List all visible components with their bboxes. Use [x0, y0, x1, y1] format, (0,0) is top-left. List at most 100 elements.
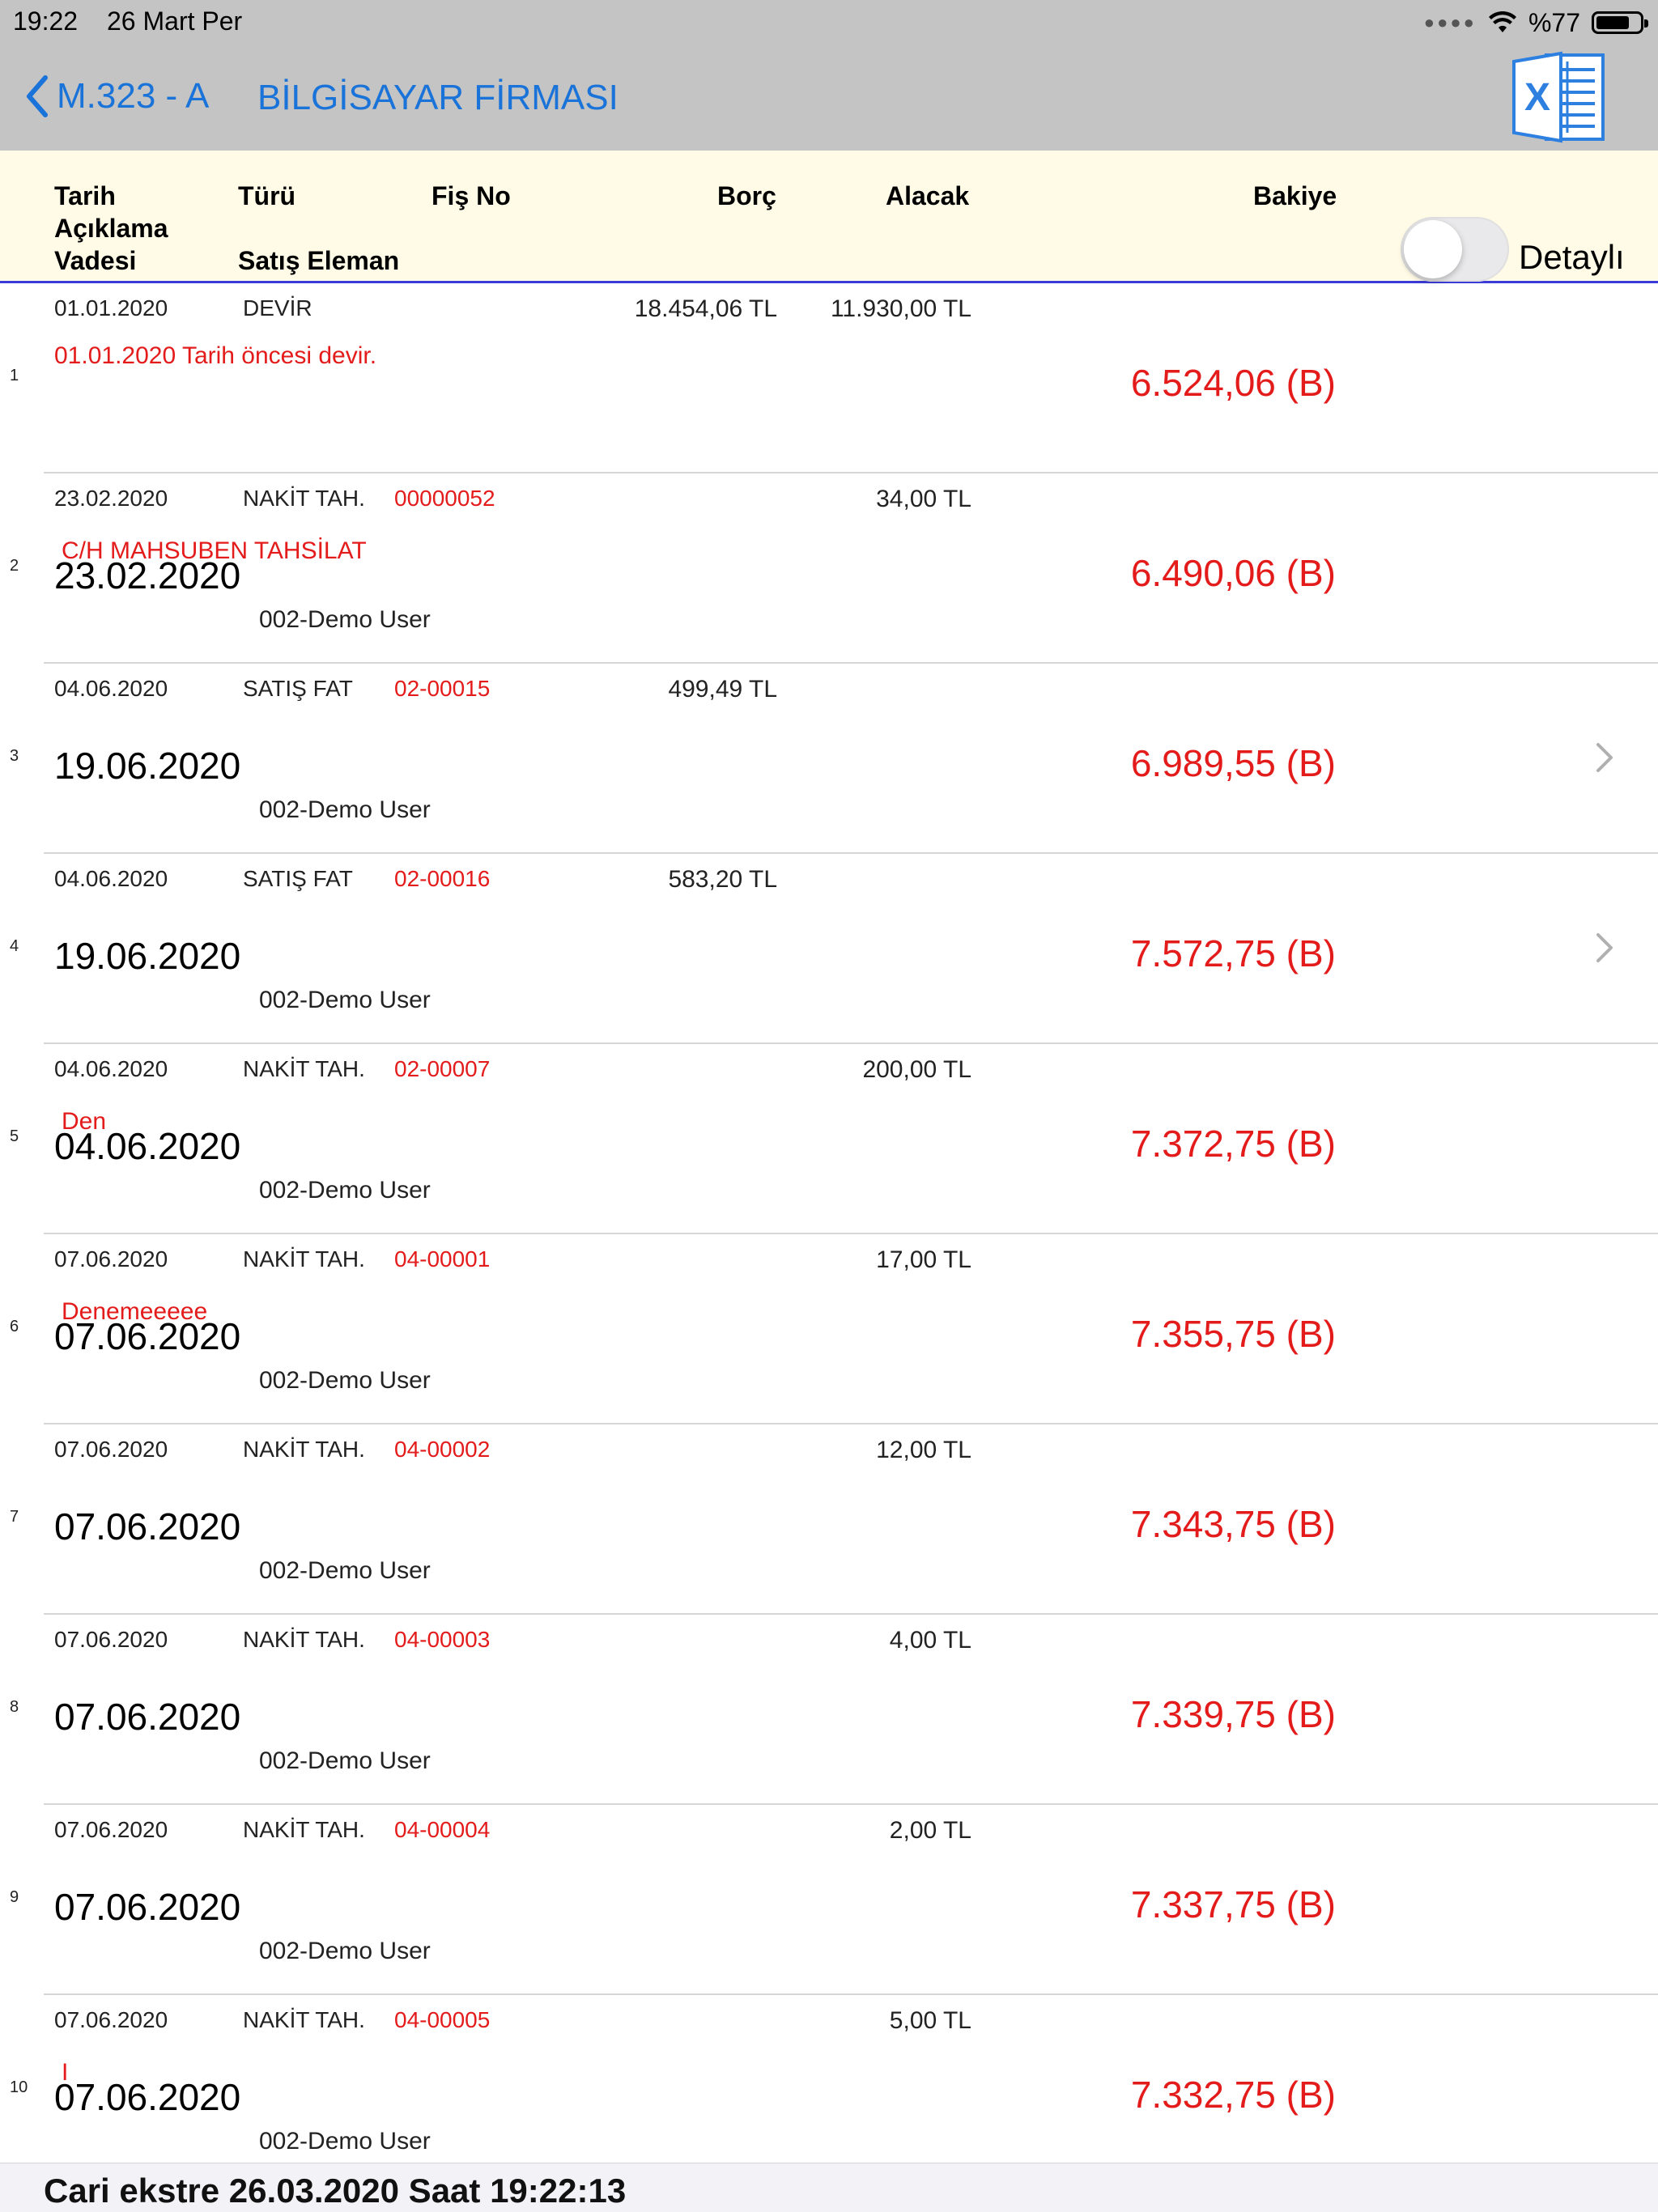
row-number: 5 — [10, 1127, 19, 1145]
row-number: 7 — [10, 1508, 19, 1526]
row-type: NAKİT TAH. — [243, 2007, 365, 2032]
table-row[interactable]: 7 07.06.2020 NAKİT TAH. 04-00002 12,00 TL 07.… — [0, 1424, 1658, 1615]
row-alacak: 4,00 TL — [889, 1627, 971, 1654]
navigation-bar: M.323 - A BİLGİSAYAR FİRMASI — [0, 45, 1658, 151]
row-vade: 07.06.2020 — [54, 1696, 241, 1738]
row-vade: 19.06.2020 — [54, 745, 241, 787]
row-bakiye: 7.343,75 (B) — [1130, 1503, 1336, 1545]
row-date: 04.06.2020 — [54, 1056, 168, 1081]
row-alacak: 11.930,00 TL — [830, 295, 971, 322]
row-alacak: 5,00 TL — [889, 2007, 971, 2034]
back-button[interactable]: M.323 - A — [24, 74, 209, 118]
row-bakiye: 7.339,75 (B) — [1130, 1693, 1336, 1735]
table-row[interactable]: 2 23.02.2020 NAKİT TAH. 00000052 34,00 TL C/H… — [0, 473, 1658, 664]
row-bakiye: 7.372,75 (B) — [1130, 1123, 1336, 1165]
footer-bar: Cari ekstre 26.03.2020 Saat 19:22:13 — [0, 2163, 1658, 2212]
row-alacak: 12,00 TL — [876, 1437, 971, 1463]
row-borc: 18.454,06 TL — [634, 295, 777, 322]
row-seller: 002-Demo User — [259, 796, 431, 823]
header-borc: Borç — [717, 181, 776, 210]
row-alacak: 2,00 TL — [889, 1817, 971, 1844]
row-type: NAKİT TAH. — [243, 1437, 365, 1462]
detay-label: Detaylı — [1519, 238, 1625, 276]
excel-export-icon[interactable]: X — [1511, 50, 1608, 144]
row-seller: 002-Demo User — [259, 987, 431, 1013]
wifi-icon — [1488, 11, 1516, 32]
row-number: 2 — [10, 557, 19, 575]
status-indicators: ●●●● %77 — [1423, 5, 1648, 40]
status-bar: 19:22 26 Mart Per ●●●● %77 — [0, 0, 1658, 45]
row-bakiye: 7.355,75 (B) — [1130, 1313, 1336, 1355]
row-alacak: 17,00 TL — [876, 1246, 971, 1273]
row-vade: 07.06.2020 — [54, 1315, 241, 1357]
row-type: DEVİR — [243, 295, 312, 321]
row-type: NAKİT TAH. — [243, 486, 365, 511]
row-seller: 002-Demo User — [259, 1367, 431, 1394]
row-fis-no: 04-00005 — [394, 2007, 491, 2032]
page-title: BİLGİSAYAR FİRMASI — [257, 78, 619, 117]
back-label: M.323 - A — [57, 76, 210, 116]
row-bakiye: 7.572,75 (B) — [1130, 932, 1336, 974]
row-fis-no: 04-00004 — [394, 1817, 491, 1842]
header-alacak: Alacak — [886, 181, 970, 210]
row-date: 07.06.2020 — [54, 2007, 168, 2032]
row-date: 23.02.2020 — [54, 486, 168, 511]
row-number: 3 — [10, 747, 19, 765]
row-number: 4 — [10, 937, 19, 955]
chevron-left-icon — [27, 75, 48, 117]
row-fis-no: 02-00007 — [394, 1056, 491, 1081]
row-seller: 002-Demo User — [259, 1557, 431, 1584]
svg-text:X: X — [1524, 76, 1550, 119]
table-row[interactable]: 10 07.06.2020 NAKİT TAH. 04-00005 5,00 TL I 07… — [0, 1995, 1658, 2185]
header-satis-eleman: Satış Eleman — [238, 246, 400, 275]
row-seller: 002-Demo User — [259, 1938, 431, 1964]
table-row[interactable]: 5 04.06.2020 NAKİT TAH. 02-00007 200,00 TL De… — [0, 1044, 1658, 1234]
row-fis-no: 02-00016 — [394, 866, 491, 891]
header-tarih: Tarih — [54, 181, 116, 210]
row-number: 8 — [10, 1698, 19, 1716]
row-date: 07.06.2020 — [54, 1437, 168, 1462]
row-alacak: 200,00 TL — [862, 1056, 971, 1083]
row-number: 6 — [10, 1318, 19, 1335]
row-bakiye: 6.524,06 (B) — [1130, 362, 1336, 404]
row-date: 04.06.2020 — [54, 866, 168, 891]
row-alacak: 34,00 TL — [876, 486, 971, 512]
row-date: 07.06.2020 — [54, 1817, 168, 1842]
row-bakiye: 6.490,06 (B) — [1130, 552, 1336, 594]
row-date: 01.01.2020 — [54, 295, 168, 321]
row-date: 07.06.2020 — [54, 1246, 168, 1272]
toggle-knob — [1404, 220, 1462, 278]
table-row[interactable]: 9 07.06.2020 NAKİT TAH. 04-00004 2,00 TL 07.0… — [0, 1805, 1658, 1995]
row-seller: 002-Demo User — [259, 1747, 431, 1774]
status-date: 26 Mart Per — [107, 6, 243, 36]
row-borc: 499,49 TL — [668, 676, 777, 703]
table-row[interactable]: 3 04.06.2020 SATIŞ FAT 02-00015 499,49 TL 19.… — [0, 664, 1658, 854]
row-type: SATIŞ FAT — [243, 676, 353, 701]
row-vade: 07.06.2020 — [54, 1886, 241, 1928]
row-type: NAKİT TAH. — [243, 1817, 365, 1842]
row-type: SATIŞ FAT — [243, 866, 353, 891]
row-fis-no: 04-00002 — [394, 1437, 491, 1462]
row-seller: 002-Demo User — [259, 2128, 431, 2155]
chevron-right-icon[interactable] — [1592, 740, 1616, 775]
battery-percent: %77 — [1528, 7, 1580, 37]
row-date: 04.06.2020 — [54, 676, 168, 701]
chevron-right-icon[interactable] — [1592, 930, 1616, 966]
header-bakiye: Bakiye — [1253, 181, 1337, 210]
signal-dots-icon: ●●●● — [1423, 12, 1477, 32]
row-bakiye: 6.989,55 (B) — [1130, 742, 1336, 784]
table-row[interactable]: 4 04.06.2020 SATIŞ FAT 02-00016 583,20 TL 19.… — [0, 854, 1658, 1044]
row-vade: 19.06.2020 — [54, 935, 241, 977]
table-row[interactable]: 6 07.06.2020 NAKİT TAH. 04-00001 17,00 TL Den… — [0, 1234, 1658, 1424]
header-fis-no: Fiş No — [432, 181, 511, 210]
footer-text: Cari ekstre 26.03.2020 Saat 19:22:13 — [44, 2172, 627, 2210]
row-date: 07.06.2020 — [54, 1627, 168, 1652]
row-bakiye: 7.337,75 (B) — [1130, 1883, 1336, 1925]
battery-icon — [1592, 11, 1648, 34]
table-row[interactable]: 1 01.01.2020 DEVİR 18.454,06 TL 11.930,00 TL… — [0, 283, 1658, 473]
table-row[interactable]: 8 07.06.2020 NAKİT TAH. 04-00003 4,00 TL 07.0… — [0, 1615, 1658, 1805]
row-fis-no: 04-00003 — [394, 1627, 491, 1652]
header-aciklama: Açıklama — [54, 214, 168, 243]
detay-toggle[interactable] — [1401, 217, 1509, 282]
row-vade: 04.06.2020 — [54, 1125, 241, 1167]
